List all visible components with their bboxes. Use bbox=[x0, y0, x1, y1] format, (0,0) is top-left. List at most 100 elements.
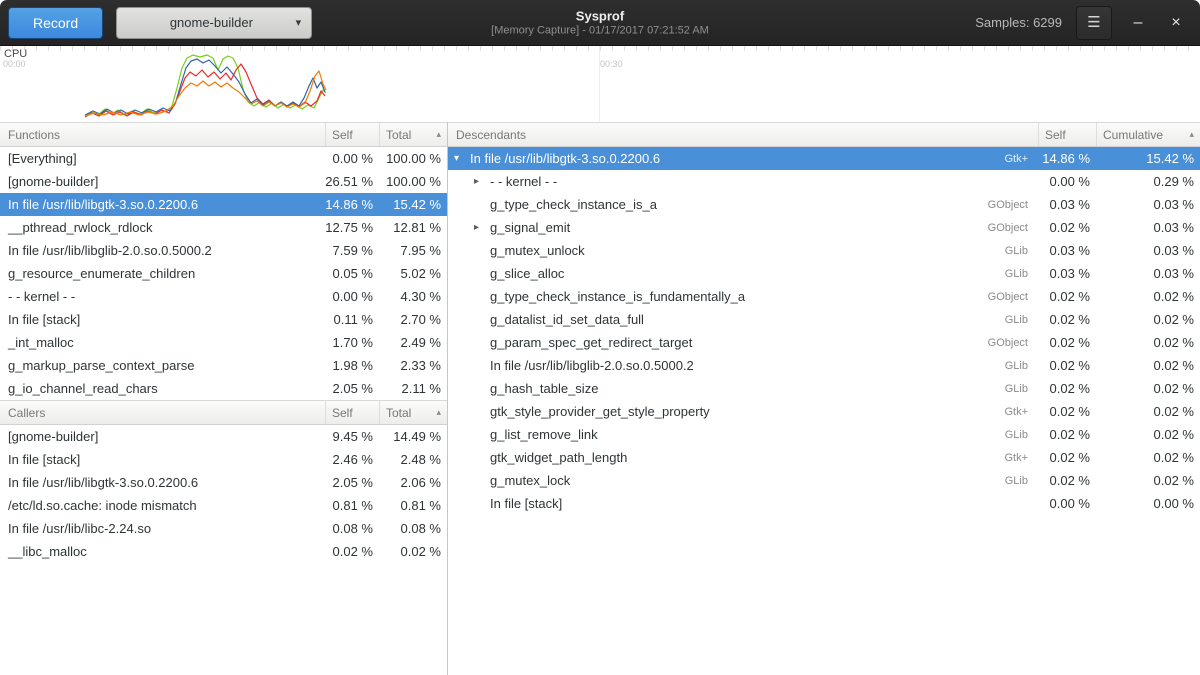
caller-row[interactable]: In file /usr/lib/libgtk-3.so.0.2200.62.0… bbox=[0, 471, 447, 494]
cpu-series-orange bbox=[85, 71, 326, 116]
caller-row[interactable]: In file /usr/lib/libc-2.24.so0.08 %0.08 … bbox=[0, 517, 447, 540]
function-row[interactable]: [gnome-builder]26.51 %100.00 % bbox=[0, 170, 447, 193]
process-selector-dropdown[interactable]: gnome-builder ▾ bbox=[116, 7, 312, 39]
function-name: g_io_channel_read_chars bbox=[0, 381, 325, 396]
cpu-graph-canvas bbox=[0, 46, 1200, 122]
minimize-button[interactable]: – bbox=[1126, 11, 1150, 35]
caller-row[interactable]: In file [stack]2.46 %2.48 % bbox=[0, 448, 447, 471]
cumulative-percent: 0.02 % bbox=[1096, 289, 1200, 304]
function-name: __pthread_rwlock_rdlock bbox=[0, 220, 325, 235]
function-name-cell: g_datalist_id_set_data_fullGLib bbox=[448, 312, 1038, 327]
library-tag: GObject bbox=[980, 291, 1038, 303]
function-row[interactable]: _int_malloc1.70 %2.49 % bbox=[0, 331, 447, 354]
descendant-row[interactable]: ▸- - kernel - -0.00 %0.29 % bbox=[448, 170, 1200, 193]
descendant-row[interactable]: g_mutex_unlockGLib0.03 %0.03 % bbox=[448, 239, 1200, 262]
record-button[interactable]: Record bbox=[8, 7, 103, 39]
menu-button[interactable]: ☰ bbox=[1076, 6, 1112, 40]
descendant-row[interactable]: ▾In file /usr/lib/libgtk-3.so.0.2200.6Gt… bbox=[448, 147, 1200, 170]
function-name: g_datalist_id_set_data_full bbox=[490, 312, 644, 327]
descendant-row[interactable]: gtk_style_provider_get_style_propertyGtk… bbox=[448, 400, 1200, 423]
expander-collapsed-icon[interactable]: ▸ bbox=[474, 222, 490, 233]
descendant-row[interactable]: g_type_check_instance_is_fundamentally_a… bbox=[448, 285, 1200, 308]
self-percent: 1.70 % bbox=[325, 335, 379, 350]
descendant-row[interactable]: g_list_remove_linkGLib0.02 %0.02 % bbox=[448, 423, 1200, 446]
function-row[interactable]: In file /usr/lib/libgtk-3.so.0.2200.614.… bbox=[0, 193, 447, 216]
function-name: g_list_remove_link bbox=[490, 427, 598, 442]
self-percent: 2.46 % bbox=[325, 452, 379, 467]
function-name: __libc_malloc bbox=[0, 544, 325, 559]
self-percent: 14.86 % bbox=[325, 197, 379, 212]
self-percent: 0.02 % bbox=[325, 544, 379, 559]
function-name: In file /usr/lib/libgtk-3.so.0.2200.6 bbox=[0, 475, 325, 490]
column-header-functions[interactable]: Functions bbox=[0, 123, 325, 146]
column-header-total[interactable]: Total ▴ bbox=[379, 123, 447, 146]
expander-expanded-icon[interactable]: ▾ bbox=[454, 153, 470, 164]
descendant-row[interactable]: g_type_check_instance_is_aGObject0.03 %0… bbox=[448, 193, 1200, 216]
function-name-cell: gtk_widget_path_lengthGtk+ bbox=[448, 450, 1038, 465]
window-title-group: Sysprof [Memory Capture] - 01/17/2017 07… bbox=[491, 8, 709, 37]
function-name: g_markup_parse_context_parse bbox=[0, 358, 325, 373]
cpu-series-green bbox=[85, 55, 326, 116]
callers-table: [gnome-builder]9.45 %14.49 %In file [sta… bbox=[0, 425, 447, 563]
descendant-row[interactable]: In file [stack]0.00 %0.00 % bbox=[448, 492, 1200, 515]
timeline-ruler bbox=[0, 46, 1200, 51]
close-button[interactable]: × bbox=[1164, 11, 1188, 35]
functions-table-header: Functions Self Total ▴ bbox=[0, 122, 447, 147]
self-percent: 2.05 % bbox=[325, 475, 379, 490]
function-name: g_signal_emit bbox=[490, 220, 570, 235]
function-row[interactable]: __pthread_rwlock_rdlock12.75 %12.81 % bbox=[0, 216, 447, 239]
column-header-descendants[interactable]: Descendants bbox=[448, 123, 1038, 146]
function-name: g_mutex_lock bbox=[490, 473, 570, 488]
column-header-self[interactable]: Self bbox=[1038, 123, 1096, 146]
library-tag: GLib bbox=[997, 383, 1038, 395]
caller-row[interactable]: /etc/ld.so.cache: inode mismatch0.81 %0.… bbox=[0, 494, 447, 517]
function-row[interactable]: In file [stack]0.11 %2.70 % bbox=[0, 308, 447, 331]
self-percent: 1.98 % bbox=[325, 358, 379, 373]
descendant-row[interactable]: g_mutex_lockGLib0.02 %0.02 % bbox=[448, 469, 1200, 492]
column-header-self[interactable]: Self bbox=[325, 401, 379, 424]
column-header-callers[interactable]: Callers bbox=[0, 401, 325, 424]
function-name-cell: ▸g_signal_emit GObject bbox=[448, 220, 1038, 235]
library-tag: GObject bbox=[980, 222, 1038, 234]
function-row[interactable]: - - kernel - -0.00 %4.30 % bbox=[0, 285, 447, 308]
library-tag: GLib bbox=[997, 245, 1038, 257]
column-header-self[interactable]: Self bbox=[325, 123, 379, 146]
function-row[interactable]: [Everything]0.00 %100.00 % bbox=[0, 147, 447, 170]
cumulative-percent: 0.02 % bbox=[1096, 358, 1200, 373]
expander-collapsed-icon[interactable]: ▸ bbox=[474, 176, 490, 187]
self-percent: 0.02 % bbox=[1038, 358, 1096, 373]
descendant-row[interactable]: g_slice_allocGLib0.03 %0.03 % bbox=[448, 262, 1200, 285]
cumulative-percent: 0.02 % bbox=[1096, 404, 1200, 419]
sort-ascending-icon: ▴ bbox=[1183, 129, 1194, 140]
descendant-row[interactable]: g_hash_table_sizeGLib0.02 %0.02 % bbox=[448, 377, 1200, 400]
function-row[interactable]: In file /usr/lib/libglib-2.0.so.0.5000.2… bbox=[0, 239, 447, 262]
self-percent: 0.00 % bbox=[1038, 174, 1096, 189]
descendant-row[interactable]: In file /usr/lib/libglib-2.0.so.0.5000.2… bbox=[448, 354, 1200, 377]
function-row[interactable]: g_io_channel_read_chars2.05 %2.11 % bbox=[0, 377, 447, 400]
chevron-down-icon: ▾ bbox=[296, 16, 302, 29]
cpu-series-red bbox=[85, 64, 325, 117]
function-name: /etc/ld.so.cache: inode mismatch bbox=[0, 498, 325, 513]
caller-row[interactable]: __libc_malloc0.02 %0.02 % bbox=[0, 540, 447, 563]
descendant-row[interactable]: ▸g_signal_emitGObject0.02 %0.03 % bbox=[448, 216, 1200, 239]
column-header-cumulative[interactable]: Cumulative ▴ bbox=[1096, 123, 1200, 146]
function-name: [gnome-builder] bbox=[0, 174, 325, 189]
column-header-total[interactable]: Total ▴ bbox=[379, 401, 447, 424]
main-area: Functions Self Total ▴ [Everything]0.00 … bbox=[0, 122, 1200, 675]
library-tag: Gtk+ bbox=[996, 406, 1038, 418]
self-percent: 2.05 % bbox=[325, 381, 379, 396]
right-pane: Descendants Self Cumulative ▴ ▾In file /… bbox=[448, 122, 1200, 675]
function-row[interactable]: g_resource_enumerate_children0.05 %5.02 … bbox=[0, 262, 447, 285]
cumulative-percent: 15.42 % bbox=[1096, 151, 1200, 166]
descendant-row[interactable]: g_param_spec_get_redirect_targetGObject0… bbox=[448, 331, 1200, 354]
cpu-graph[interactable]: CPU 00:00 00:30 bbox=[0, 46, 1200, 122]
descendant-row[interactable]: gtk_widget_path_lengthGtk+0.02 %0.02 % bbox=[448, 446, 1200, 469]
total-percent: 7.95 % bbox=[379, 243, 447, 258]
cumulative-percent: 0.02 % bbox=[1096, 381, 1200, 396]
function-name: gtk_widget_path_length bbox=[490, 450, 627, 465]
function-row[interactable]: g_markup_parse_context_parse1.98 %2.33 % bbox=[0, 354, 447, 377]
descendants-table-header: Descendants Self Cumulative ▴ bbox=[448, 122, 1200, 147]
function-name-cell: g_mutex_unlockGLib bbox=[448, 243, 1038, 258]
caller-row[interactable]: [gnome-builder]9.45 %14.49 % bbox=[0, 425, 447, 448]
descendant-row[interactable]: g_datalist_id_set_data_fullGLib0.02 %0.0… bbox=[448, 308, 1200, 331]
